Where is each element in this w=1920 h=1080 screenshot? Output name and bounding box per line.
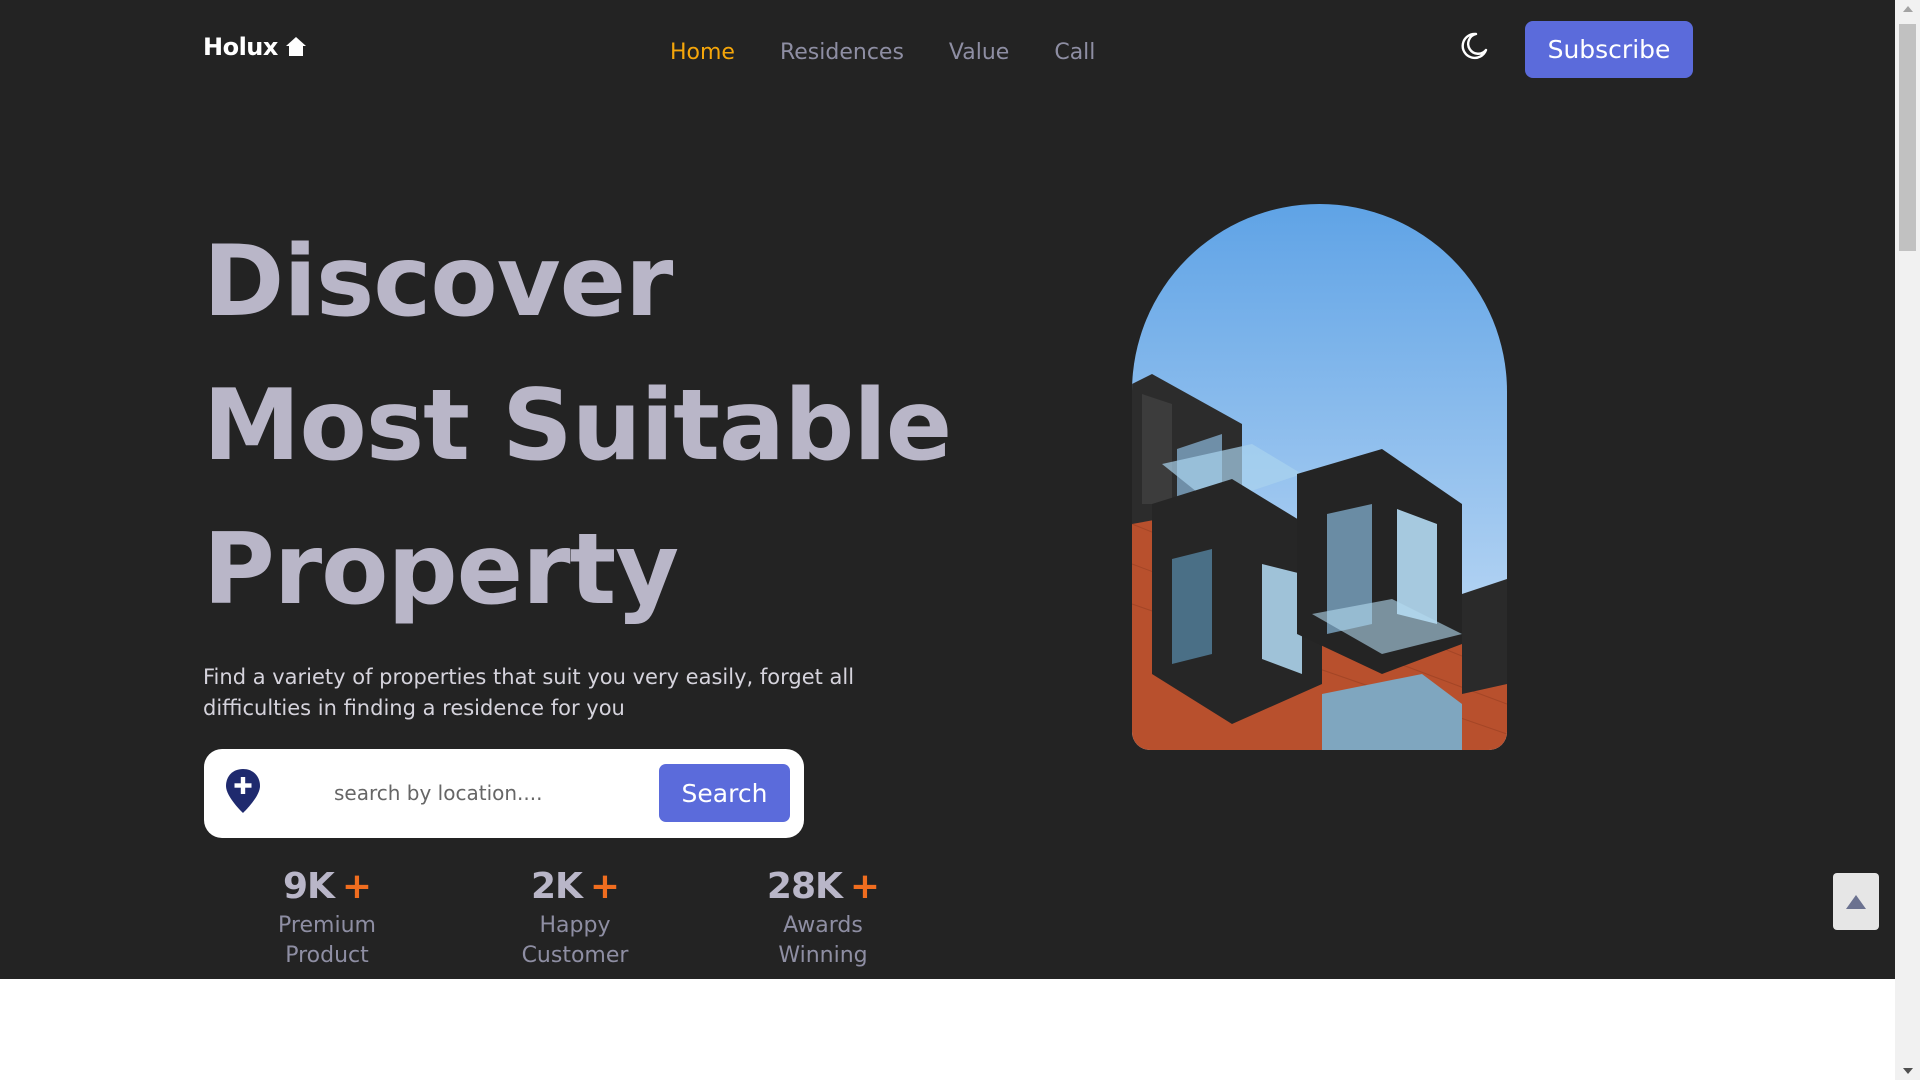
house-icon <box>285 37 306 56</box>
stat-number: 9K <box>282 866 335 907</box>
stat-label: Happy Customer <box>521 913 629 968</box>
stat-label: Premium Product <box>278 913 376 968</box>
stat-label: Awards Winning <box>778 913 868 968</box>
hero-title: Discover Most Suitable Property <box>203 210 952 642</box>
search-button[interactable]: Search <box>659 764 790 822</box>
nav-home[interactable]: Home <box>670 40 735 65</box>
stat-happy-customer: 2K + Happy Customer <box>500 866 650 971</box>
stat-plus: + <box>849 866 880 907</box>
stat-plus: + <box>589 866 620 907</box>
hero-section: Holux Home Residences Value Call Subscri… <box>0 0 1895 979</box>
nav-residences[interactable]: Residences <box>780 40 904 65</box>
main-nav: Home Residences Value Call <box>670 40 1095 65</box>
moon-icon[interactable] <box>1458 30 1490 62</box>
stat-plus: + <box>341 866 372 907</box>
page-viewport: Holux Home Residences Value Call Subscri… <box>0 0 1895 1080</box>
hero-title-line-1: Discover <box>203 225 673 339</box>
nav-call[interactable]: Call <box>1054 40 1095 65</box>
hero-building-image <box>1132 204 1507 750</box>
stat-premium-product: 9K + Premium Product <box>252 866 402 971</box>
hero-title-line-3: Property <box>203 513 679 627</box>
arrow-up-icon <box>1846 894 1866 909</box>
hero-description: Find a variety of properties that suit y… <box>203 665 855 720</box>
scroll-up-arrow[interactable] <box>1903 6 1913 12</box>
nav-value[interactable]: Value <box>949 40 1009 65</box>
scroll-to-top-button[interactable] <box>1833 873 1879 930</box>
logo[interactable]: Holux <box>203 33 308 61</box>
scrollbar-thumb[interactable] <box>1899 24 1916 251</box>
hero-title-line-2: Most Suitable <box>203 369 952 483</box>
search-bar: Search <box>204 749 804 838</box>
building-illustration <box>1132 204 1507 750</box>
search-input[interactable] <box>334 775 634 811</box>
vertical-scrollbar[interactable] <box>1895 0 1920 1080</box>
scroll-down-arrow[interactable] <box>1903 1068 1913 1074</box>
stat-awards-winning: 28K + Awards Winning <box>748 866 898 971</box>
logo-text: Holux <box>203 33 278 61</box>
stat-number: 28K <box>766 866 843 907</box>
subscribe-button[interactable]: Subscribe <box>1525 21 1693 78</box>
stat-number: 2K <box>530 866 583 907</box>
location-pin-icon <box>226 769 260 813</box>
